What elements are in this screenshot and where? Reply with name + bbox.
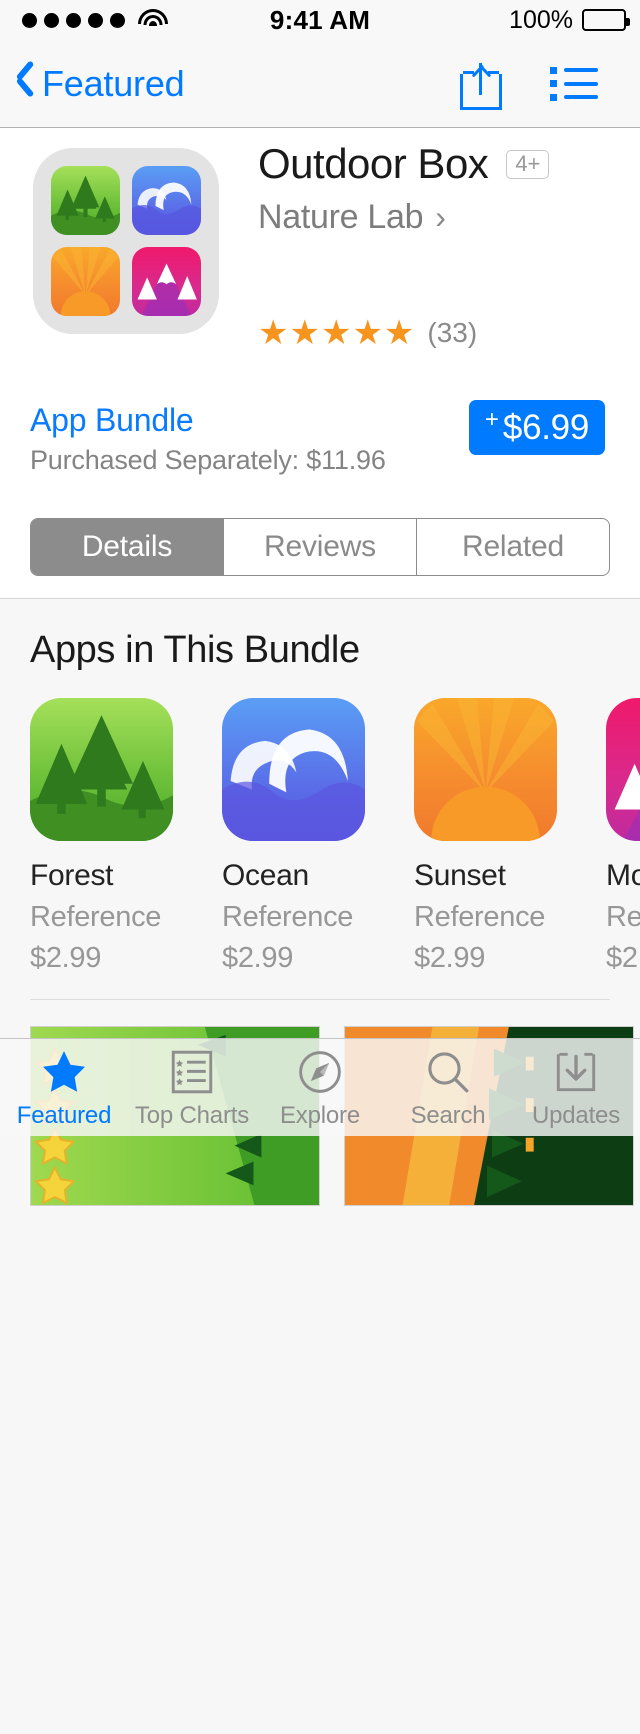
compass-icon: [295, 1046, 345, 1098]
list-item[interactable]: Sunset Reference $2.99: [414, 698, 574, 975]
rating-count-label: (33): [427, 317, 478, 348]
app-price[interactable]: $2.99: [414, 942, 574, 975]
price-label: $6.99: [502, 407, 589, 447]
status-time: 9:41 AM: [269, 4, 371, 35]
app-bundle-link[interactable]: App Bundle: [30, 402, 386, 439]
app-header: Outdoor Box 4+ Nature Lab › ★★★★★ (33): [0, 128, 640, 396]
purchased-separately-label: Purchased Separately: $11.96: [30, 445, 386, 475]
app-price[interactable]: $2.99: [30, 942, 190, 975]
list-icon: [167, 1046, 217, 1098]
bundle-icon[interactable]: [33, 148, 219, 334]
tab-details[interactable]: Details: [31, 519, 224, 575]
app-name: Sunset: [414, 859, 506, 892]
star-icon: [38, 1046, 90, 1098]
tab-top-charts[interactable]: Top Charts: [128, 1039, 256, 1136]
download-icon: [551, 1046, 601, 1098]
page-title: Outdoor Box: [258, 140, 489, 187]
tab-label: Explore: [280, 1101, 360, 1129]
tab-related[interactable]: Related: [417, 519, 609, 575]
app-name: Forest: [30, 859, 114, 892]
star-rating-icon: ★★★★★: [258, 314, 416, 352]
bundle-apps-list[interactable]: Forest Reference $2.99 Ocean Reference $…: [30, 698, 640, 975]
tab-label: Updates: [532, 1101, 620, 1129]
bundle-mini-icon-sunset: [51, 247, 120, 316]
tab-label: Search: [410, 1101, 486, 1129]
list-item[interactable]: Ocean Reference $2.99: [222, 698, 382, 975]
tab-label: Featured: [16, 1101, 112, 1129]
wishlist-icon[interactable]: [550, 66, 598, 101]
navigation-bar: Featured: [0, 40, 640, 128]
bundle-price-row: App Bundle Purchased Separately: $11.96 …: [0, 396, 640, 506]
nav-bar-actions: [458, 58, 598, 110]
bundle-mini-icon-ocean: [132, 166, 201, 235]
list-item[interactable]: Mountain Reference $2.99: [606, 698, 640, 975]
ocean-app-icon[interactable]: [222, 698, 365, 841]
tab-featured[interactable]: Featured: [0, 1039, 128, 1136]
tab-updates[interactable]: Updates: [512, 1039, 640, 1136]
app-category: Reference: [606, 901, 640, 933]
segmented-control: Details Reviews Related: [30, 518, 610, 576]
mountain-app-icon[interactable]: [606, 698, 640, 841]
sunset-app-icon[interactable]: [414, 698, 557, 841]
back-button[interactable]: Featured: [14, 63, 185, 105]
forest-app-icon[interactable]: [30, 698, 173, 841]
price-plus-symbol: +: [484, 406, 499, 433]
back-button-label: Featured: [42, 62, 185, 104]
app-category: Reference: [30, 901, 162, 933]
section-divider: [30, 999, 610, 1000]
tab-bar: Featured Top Charts Explore Search Updat…: [0, 1038, 640, 1136]
apps-in-bundle-section: Apps in This Bundle Forest Reference $2.…: [0, 598, 640, 1734]
app-name: Mountain: [606, 859, 640, 892]
age-rating-badge: 4+: [506, 149, 550, 179]
section-title: Apps in This Bundle: [30, 629, 360, 671]
tab-explore[interactable]: Explore: [256, 1039, 384, 1136]
list-item[interactable]: Forest Reference $2.99: [30, 698, 190, 975]
app-price[interactable]: $2.99: [606, 942, 640, 975]
app-category: Reference: [222, 901, 354, 933]
tab-search[interactable]: Search: [384, 1039, 512, 1136]
app-price[interactable]: $2.99: [222, 942, 382, 975]
battery-icon: [582, 9, 630, 31]
price-buy-button[interactable]: + $6.99: [468, 400, 605, 455]
bundle-mini-icon-forest: [51, 166, 120, 235]
rating-row[interactable]: ★★★★★ (33): [258, 313, 477, 353]
chevron-left-icon: [14, 65, 36, 103]
tab-label: Top Charts: [134, 1101, 250, 1129]
status-bar: 9:41 AM 100%: [0, 0, 640, 40]
app-name: Ocean: [222, 859, 309, 892]
developer-name: Nature Lab: [258, 198, 424, 236]
app-category: Reference: [414, 901, 546, 933]
app-title-block: Outdoor Box 4+ Nature Lab ›: [258, 140, 630, 237]
tab-reviews[interactable]: Reviews: [224, 519, 417, 575]
search-icon: [423, 1046, 473, 1098]
bundle-info: App Bundle Purchased Separately: $11.96: [30, 402, 386, 476]
chevron-right-icon: ›: [435, 199, 446, 235]
share-icon[interactable]: [458, 58, 504, 110]
developer-link[interactable]: Nature Lab ›: [258, 198, 630, 237]
bundle-mini-icon-mountain: [132, 247, 201, 316]
